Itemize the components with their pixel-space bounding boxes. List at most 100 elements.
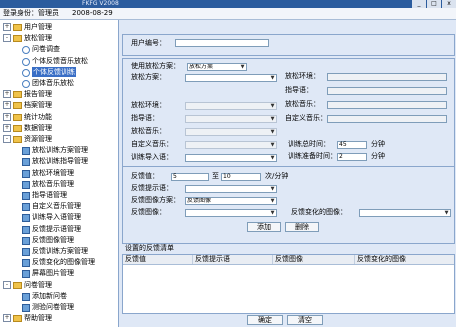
- tree-item[interactable]: 反馈图像管理: [0, 235, 118, 245]
- close-button[interactable]: x: [442, 0, 456, 8]
- clear-button[interactable]: 清空: [287, 315, 323, 325]
- chevron-down-icon: ▼: [270, 116, 275, 122]
- list-title: 设置的反馈清单: [125, 244, 174, 252]
- collapse-icon[interactable]: -: [3, 280, 11, 289]
- chevron-down-icon: ▼: [444, 210, 449, 216]
- expand-icon[interactable]: +: [3, 90, 11, 99]
- prep-time-unit: 分钟: [371, 152, 385, 160]
- tree-item[interactable]: 团体音乐放松: [0, 78, 118, 88]
- document-icon: [22, 180, 30, 189]
- expand-icon[interactable]: +: [3, 112, 11, 121]
- plan-select[interactable]: ▼: [185, 74, 277, 82]
- tree-item-label: 个体反馈音乐放松: [32, 56, 88, 65]
- window-controls: _ □ x: [412, 0, 456, 8]
- tree-item-label: 个体反馈训练: [32, 66, 76, 77]
- tree-item[interactable]: 反馈变化的图像管理: [0, 257, 118, 268]
- user-panel: 用户编号：: [122, 34, 455, 56]
- expand-icon[interactable]: +: [3, 101, 11, 110]
- fb-hint-select[interactable]: ▼: [185, 185, 277, 193]
- tree-item-label: 放松管理: [24, 34, 52, 43]
- tree-item[interactable]: + 用户管理: [0, 22, 118, 32]
- fb-img-select[interactable]: ▼: [185, 209, 277, 217]
- folder-icon: [13, 124, 22, 132]
- tree-item-label: 问卷调查: [32, 45, 60, 54]
- tree-item[interactable]: 反馈训练方案管理: [0, 246, 118, 256]
- tree-item[interactable]: 反馈提示语管理: [0, 224, 118, 234]
- env-select[interactable]: ▼: [185, 102, 277, 110]
- fb-change-select[interactable]: ▼: [359, 209, 451, 217]
- fb-img-plan-value: 反馈图像: [187, 197, 212, 204]
- tree-item[interactable]: 屏幕图片管理: [0, 268, 118, 279]
- login-role: 登录身份：管理员: [3, 9, 59, 17]
- music-select[interactable]: ▼: [185, 128, 277, 136]
- fb-to-label: 至: [212, 172, 219, 180]
- minimize-button[interactable]: _: [412, 0, 426, 8]
- document-icon: [22, 304, 30, 312]
- expand-icon[interactable]: +: [3, 314, 11, 323]
- use-plan-label: 使用放松方案：: [131, 62, 180, 70]
- tree-item[interactable]: 个体反馈音乐放松: [0, 56, 118, 66]
- tree-item[interactable]: 添加新问卷: [0, 291, 118, 301]
- use-plan-select[interactable]: 放松方案 ▼: [187, 63, 247, 71]
- tree-item-label: 用户管理: [24, 23, 52, 31]
- tree-item[interactable]: 放松音乐管理: [0, 179, 118, 189]
- tree-item-label: 屏幕图片管理: [32, 269, 74, 278]
- custom-select[interactable]: ▼: [185, 141, 277, 149]
- tree-item[interactable]: 训练导入语管理: [0, 212, 118, 223]
- folder-icon: [13, 35, 22, 43]
- music-label: 放松音乐：: [131, 127, 166, 135]
- tree-item-label: 放松环境管理: [32, 168, 74, 177]
- tree-item[interactable]: 放松训练指导管理: [0, 156, 118, 167]
- chevron-down-icon: ▼: [270, 75, 275, 81]
- fb-img-plan-select[interactable]: 反馈图像 ▼: [185, 197, 277, 205]
- user-no-input[interactable]: [175, 39, 269, 47]
- ok-button[interactable]: 确定: [247, 315, 283, 325]
- tree-item-label: 测验问卷管理: [32, 303, 74, 311]
- tree-item[interactable]: 指导语管理: [0, 190, 118, 200]
- delete-button[interactable]: 删除: [285, 222, 319, 232]
- tree-item[interactable]: + 帮助管理: [0, 313, 118, 323]
- tree-item[interactable]: 测验问卷管理: [0, 302, 118, 312]
- tree-item[interactable]: 问卷调查: [0, 44, 118, 55]
- prep-time-input[interactable]: 2: [337, 153, 367, 161]
- folder-icon: [13, 113, 22, 121]
- expand-icon[interactable]: +: [3, 123, 11, 132]
- tree-item[interactable]: 自定义音乐管理: [0, 201, 118, 212]
- tree-item-label: 反馈提示语管理: [32, 224, 81, 233]
- tree-item[interactable]: - 问卷管理: [0, 280, 118, 290]
- tree-item[interactable]: 放松训练方案管理: [0, 145, 118, 156]
- item-icon: [22, 46, 30, 55]
- tree-item[interactable]: - 放松管理: [0, 33, 118, 43]
- expand-icon[interactable]: +: [3, 23, 11, 31]
- chevron-down-icon: ▼: [270, 198, 275, 204]
- tree-item[interactable]: + 数据管理: [0, 123, 118, 133]
- env-right-field: [327, 73, 447, 81]
- music-right-label: 放松音乐：: [285, 100, 320, 108]
- guide-right-field: [327, 87, 447, 95]
- fb-from-input[interactable]: 5: [171, 173, 209, 181]
- guide-label: 指导语：: [131, 114, 159, 122]
- chevron-down-icon: ▼: [270, 129, 275, 135]
- folder-icon: [13, 102, 22, 110]
- tree-item[interactable]: + 统计功能: [0, 112, 118, 122]
- tree-item[interactable]: 放松环境管理: [0, 168, 118, 178]
- document-icon: [22, 236, 30, 245]
- tree-item-label: 训练导入语管理: [32, 213, 81, 222]
- tree-item[interactable]: - 资源管理: [0, 134, 118, 144]
- collapse-icon[interactable]: -: [3, 135, 11, 143]
- env-right-label: 放松环境：: [285, 72, 320, 80]
- tree-item[interactable]: + 报告管理: [0, 89, 118, 99]
- tree-item[interactable]: 个体反馈训练: [0, 66, 118, 77]
- chevron-down-icon: ▼: [240, 64, 245, 70]
- total-time-input[interactable]: 45: [337, 141, 367, 149]
- add-button[interactable]: 添加: [247, 222, 281, 232]
- folder-icon: [13, 136, 22, 143]
- import-label: 训练导入语：: [131, 153, 173, 161]
- tree-item-label: 数据管理: [24, 123, 52, 132]
- maximize-button[interactable]: □: [427, 0, 441, 8]
- guide-select[interactable]: ▼: [185, 115, 277, 123]
- fb-to-input[interactable]: 10: [221, 173, 261, 181]
- tree-item[interactable]: + 档案管理: [0, 100, 118, 110]
- collapse-icon[interactable]: -: [3, 34, 11, 43]
- import-select[interactable]: ▼: [185, 154, 277, 162]
